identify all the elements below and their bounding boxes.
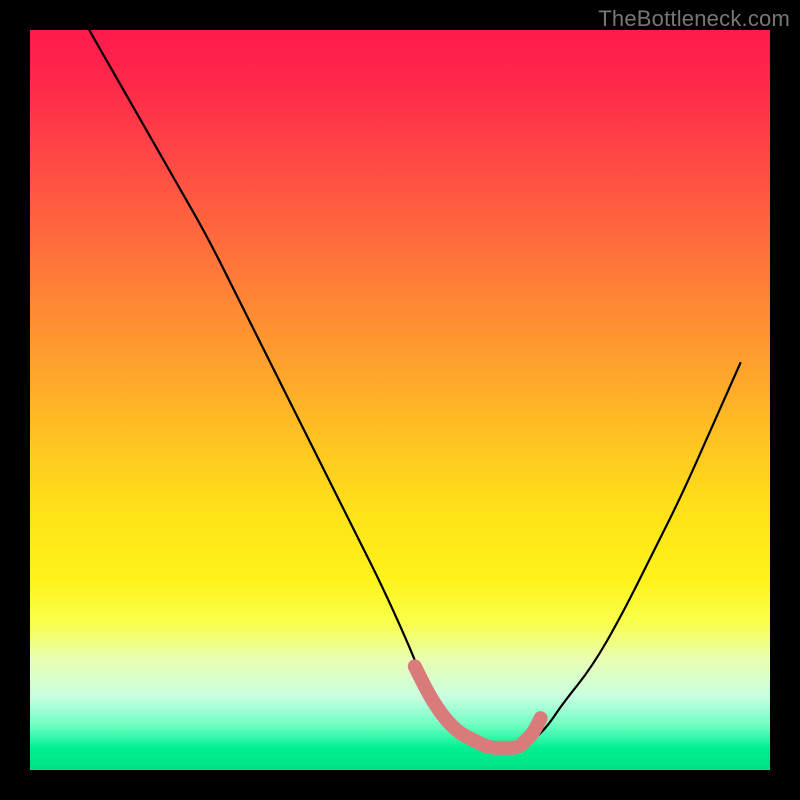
plot-area (30, 30, 770, 770)
optimal-range-marker (415, 666, 541, 747)
chart-overlay (30, 30, 770, 770)
chart-frame: TheBottleneck.com (0, 0, 800, 800)
watermark-text: TheBottleneck.com (598, 6, 790, 32)
bottleneck-curve-line (89, 30, 740, 748)
